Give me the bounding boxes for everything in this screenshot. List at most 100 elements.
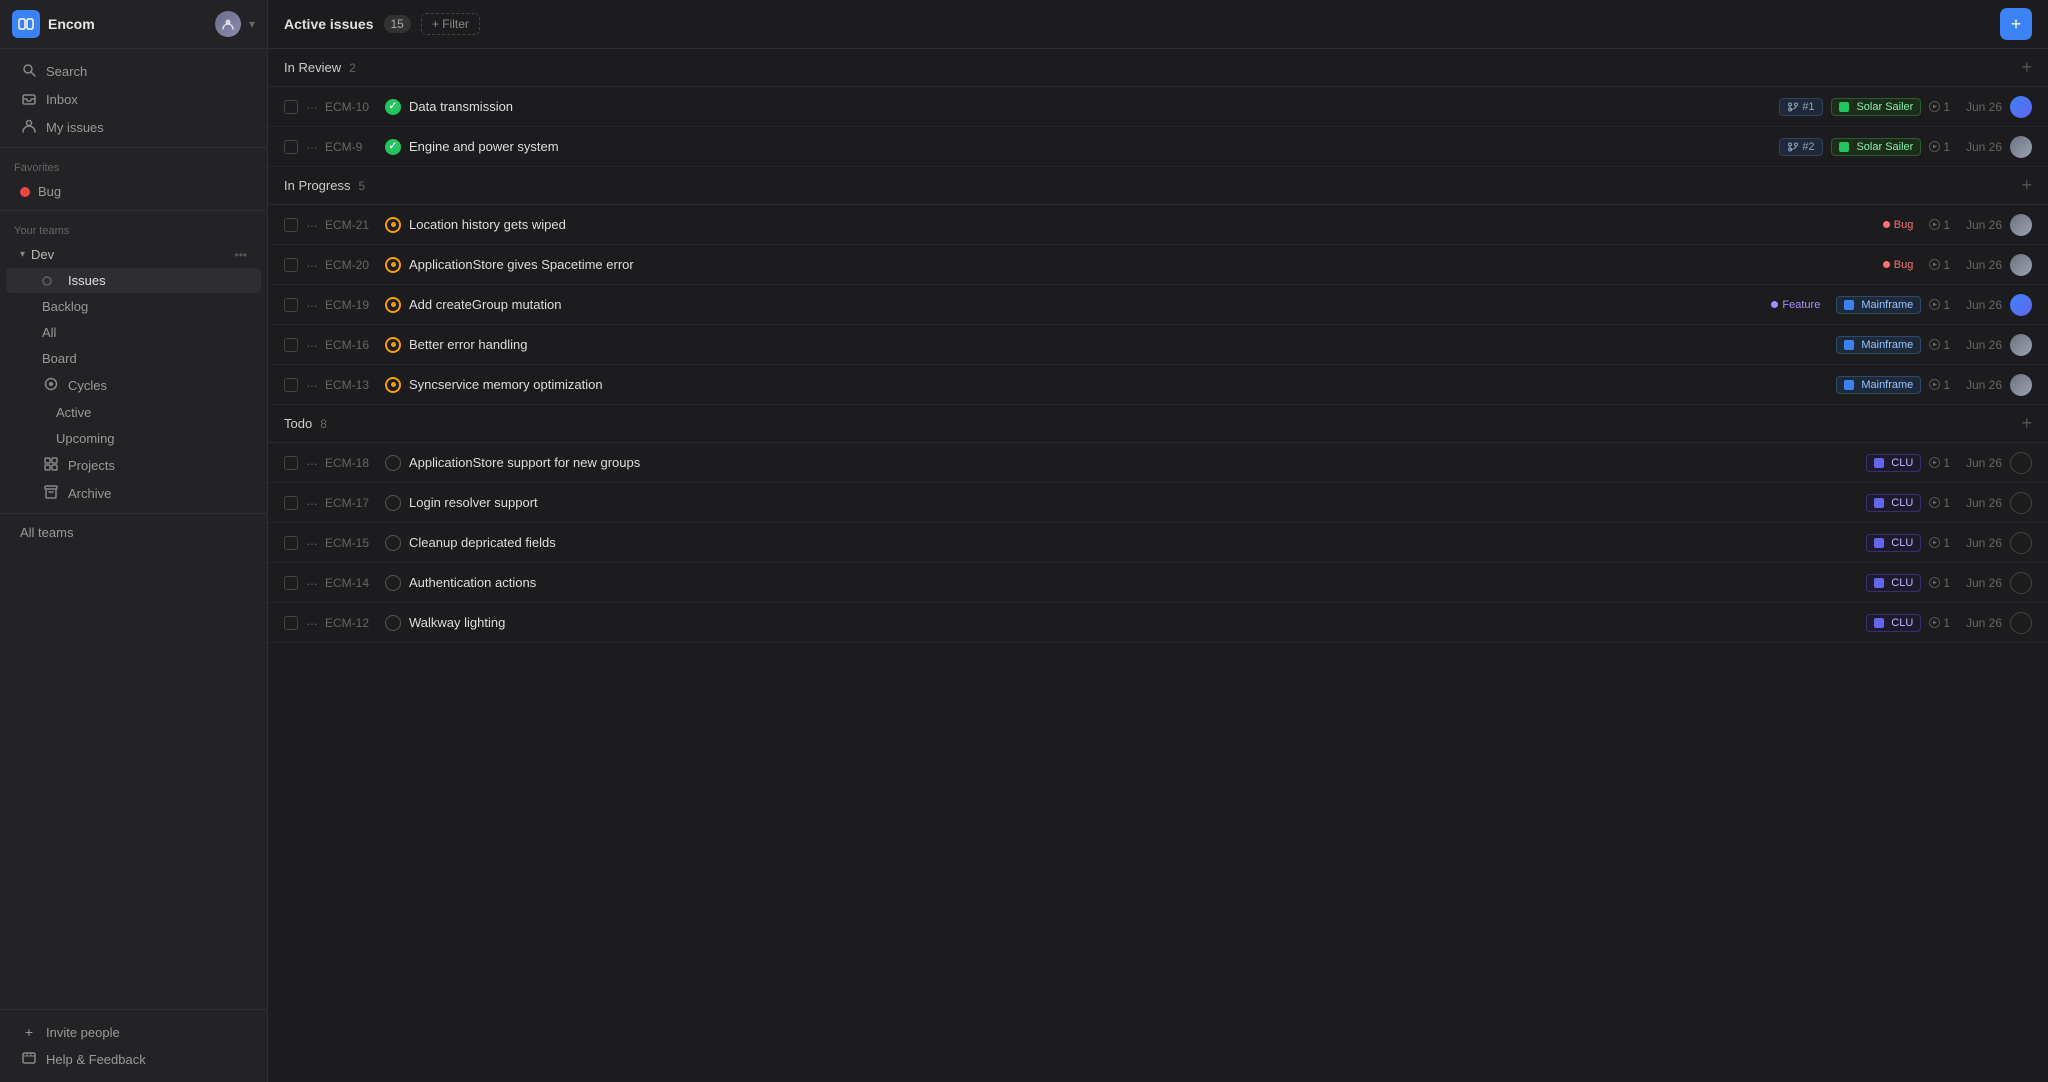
issue-menu-dots[interactable]: ··· [306,217,317,233]
group-count: 8 [320,417,327,431]
table-row[interactable]: ··· ECM-14 Authentication actions CLU 1 … [268,563,2048,603]
issue-checkbox[interactable] [284,496,298,510]
issue-id: ECM-19 [325,298,377,312]
issue-menu-dots[interactable]: ··· [306,575,317,591]
issue-title: Login resolver support [409,495,1858,510]
table-row[interactable]: ··· ECM-19 Add createGroup mutation Feat… [268,285,2048,325]
sidebar-item-all[interactable]: All [6,320,261,345]
issue-menu-dots[interactable]: ··· [306,297,317,313]
status-done-icon: ✓ [385,139,401,155]
main-content: Active issues 15 + Filter + In Review 2 … [268,0,2048,1082]
group-count: 2 [349,61,356,75]
issue-menu-dots[interactable]: ··· [306,455,317,471]
sidebar-item-projects[interactable]: Projects [6,452,261,479]
issue-checkbox[interactable] [284,576,298,590]
issue-checkbox[interactable] [284,616,298,630]
label-tag: Feature [1763,297,1828,313]
issue-checkbox[interactable] [284,298,298,312]
group-add-button[interactable]: + [2021,57,2032,78]
status-done-icon: ✓ [385,99,401,115]
issue-checkbox[interactable] [284,536,298,550]
play-count: 1 [1929,258,1950,272]
sidebar-item-issues[interactable]: Issues [6,268,261,293]
sidebar-item-upcoming[interactable]: Upcoming [6,426,261,451]
project-tag: CLU [1866,534,1921,552]
sidebar-item-bug[interactable]: Bug [6,179,261,204]
project-tag: Solar Sailer [1831,98,1921,116]
issue-checkbox[interactable] [284,378,298,392]
sidebar-item-help[interactable]: Help & Feedback [6,1046,261,1073]
table-row[interactable]: ··· ECM-10 ✓ Data transmission #1 Solar … [268,87,2048,127]
play-count: 1 [1929,576,1950,590]
sidebar-item-archive[interactable]: Archive [6,480,261,507]
project-tag: CLU [1866,614,1921,632]
group-add-button[interactable]: + [2021,413,2032,434]
table-row[interactable]: ··· ECM-18 ApplicationStore support for … [268,443,2048,483]
issue-checkbox[interactable] [284,140,298,154]
meta-tags: Bug 1 Jun 26 [1875,254,2032,276]
workspace-avatar[interactable] [215,11,241,37]
meta-tags: CLU 1 Jun 26 [1866,572,2032,594]
issue-menu-dots[interactable]: ··· [306,257,317,273]
issue-checkbox[interactable] [284,338,298,352]
issue-id: ECM-16 [325,338,377,352]
issue-date: Jun 26 [1958,456,2002,470]
issues-container: In Review 2 + ··· ECM-10 ✓ Data transmis… [268,49,2048,1082]
cycles-icon [42,377,60,394]
issue-date: Jun 26 [1958,140,2002,154]
all-label: All [42,325,56,340]
team-dev-header[interactable]: ▾ Dev ••• [6,242,261,267]
issue-menu-dots[interactable]: ··· [306,99,317,115]
projects-label: Projects [68,458,115,473]
meta-tags: Bug 1 Jun 26 [1875,214,2032,236]
status-todo-icon [385,535,401,551]
team-options-icon[interactable]: ••• [234,248,247,262]
my-issues-icon [20,119,38,136]
table-row[interactable]: ··· ECM-9 ✓ Engine and power system #2 S… [268,127,2048,167]
board-label: Board [42,351,77,366]
sidebar-item-my-issues[interactable]: My issues [6,114,261,141]
sidebar-item-backlog[interactable]: Backlog [6,294,261,319]
issue-date: Jun 26 [1958,100,2002,114]
issue-id: ECM-18 [325,456,377,470]
table-row[interactable]: ··· ECM-13 Syncservice memory optimizati… [268,365,2048,405]
issue-checkbox[interactable] [284,218,298,232]
avatar [2010,136,2032,158]
table-row[interactable]: ··· ECM-21 Location history gets wiped B… [268,205,2048,245]
issue-count: 15 [384,15,411,33]
sidebar-item-invite[interactable]: + Invite people [6,1019,261,1045]
issue-menu-dots[interactable]: ··· [306,615,317,631]
sidebar-item-inbox[interactable]: Inbox [6,86,261,113]
issue-id: ECM-15 [325,536,377,550]
table-row[interactable]: ··· ECM-16 Better error handling Mainfra… [268,325,2048,365]
issue-menu-dots[interactable]: ··· [306,139,317,155]
issue-menu-dots[interactable]: ··· [306,337,317,353]
issue-checkbox[interactable] [284,100,298,114]
table-row[interactable]: ··· ECM-20 ApplicationStore gives Spacet… [268,245,2048,285]
add-issue-button[interactable]: + [2000,8,2032,40]
table-row[interactable]: ··· ECM-15 Cleanup depricated fields CLU… [268,523,2048,563]
issue-menu-dots[interactable]: ··· [306,495,317,511]
inbox-label: Inbox [46,92,78,107]
meta-tags: CLU 1 Jun 26 [1866,612,2032,634]
play-count: 1 [1929,218,1950,232]
sidebar-item-board[interactable]: Board [6,346,261,371]
label-tag: Bug [1875,217,1922,233]
avatar [2010,96,2032,118]
sidebar-item-cycles[interactable]: Cycles [6,372,261,399]
table-row[interactable]: ··· ECM-12 Walkway lighting CLU 1 Jun 26 [268,603,2048,643]
group-count: 5 [358,179,365,193]
filter-button[interactable]: + Filter [421,13,480,35]
play-count: 1 [1929,338,1950,352]
issue-checkbox[interactable] [284,258,298,272]
sidebar-item-all-teams[interactable]: All teams [6,520,261,545]
issue-menu-dots[interactable]: ··· [306,377,317,393]
sidebar-item-search[interactable]: Search [6,58,261,85]
sidebar-item-active[interactable]: Active [6,400,261,425]
table-row[interactable]: ··· ECM-17 Login resolver support CLU 1 … [268,483,2048,523]
status-todo-icon [385,575,401,591]
workspace-chevron[interactable]: ▾ [249,17,255,31]
group-add-button[interactable]: + [2021,175,2032,196]
issue-menu-dots[interactable]: ··· [306,535,317,551]
issue-checkbox[interactable] [284,456,298,470]
